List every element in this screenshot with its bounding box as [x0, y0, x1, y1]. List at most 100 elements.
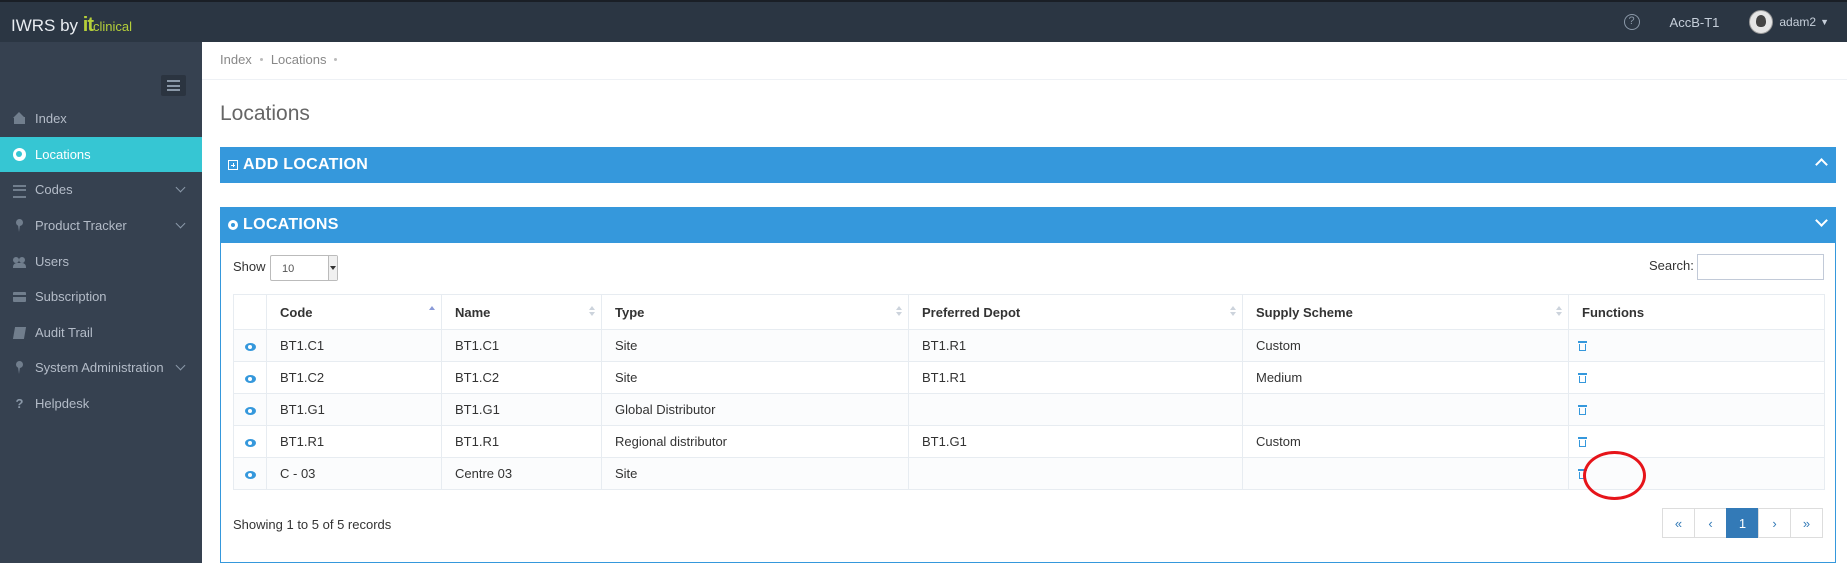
- code-cell: BT1.G1: [266, 393, 442, 426]
- sidebar-item-product-tracker[interactable]: Product Tracker: [0, 208, 202, 244]
- breadcrumb: Index Locations: [220, 52, 345, 67]
- view-cell: [233, 457, 267, 490]
- previous-page-button[interactable]: ‹: [1694, 508, 1727, 538]
- sidebar-item-label: Users: [35, 253, 69, 269]
- view-cell: [233, 329, 267, 362]
- search-input[interactable]: [1697, 254, 1824, 280]
- eye-icon[interactable]: [244, 342, 256, 351]
- scheme-cell: [1242, 393, 1569, 426]
- eye-icon[interactable]: [244, 406, 256, 415]
- sidebar-item-index[interactable]: Index: [0, 101, 202, 137]
- users-icon: [13, 255, 26, 268]
- brand-logo[interactable]: IWRS by itclinical: [11, 14, 132, 37]
- question-circle-icon[interactable]: ?: [1623, 14, 1640, 30]
- last-page-button[interactable]: »: [1790, 508, 1823, 538]
- first-page-button[interactable]: «: [1662, 508, 1695, 538]
- chevron-up-icon[interactable]: [1815, 158, 1828, 171]
- column-header-code[interactable]: Code: [266, 294, 442, 330]
- study-selector[interactable]: AccB-T1: [1670, 15, 1720, 30]
- sidebar-item-label: Index: [35, 111, 67, 127]
- highlight-circle: [1583, 451, 1646, 500]
- panel-title: ADD LOCATION: [243, 156, 369, 173]
- name-cell: Centre 03: [441, 457, 602, 490]
- depot-cell: BT1.R1: [908, 361, 1243, 394]
- sidebar-item-label: System Administration: [35, 360, 164, 376]
- column-header-supply-scheme[interactable]: Supply Scheme: [1242, 294, 1569, 330]
- scheme-cell: Custom: [1242, 425, 1569, 458]
- sort-asc-icon: [429, 306, 435, 318]
- column-header-view: [233, 294, 267, 330]
- column-header-name[interactable]: Name: [441, 294, 602, 330]
- user-menu[interactable]: adam2: [1779, 15, 1816, 29]
- chevron-down-icon: [175, 218, 186, 229]
- records-info: Showing 1 to 5 of 5 records: [233, 517, 392, 532]
- sidebar-item-label: Audit Trail: [35, 324, 93, 340]
- map-pin-icon: [13, 361, 26, 375]
- add-location-panel-header[interactable]: ADD LOCATION: [220, 147, 1836, 183]
- question-icon: ?: [15, 396, 24, 412]
- brand-clinical: clinical: [93, 19, 133, 34]
- table-row: BT1.C1 BT1.C1 Site BT1.R1 Custom: [233, 329, 1825, 362]
- next-page-button[interactable]: ›: [1758, 508, 1791, 538]
- sort-icon: [1556, 306, 1562, 318]
- avatar[interactable]: [1749, 10, 1774, 34]
- sort-icon: [1230, 306, 1236, 318]
- sidebar-item-system-administration[interactable]: System Administration: [0, 350, 202, 386]
- eye-icon[interactable]: [244, 374, 256, 383]
- name-cell: BT1.C2: [441, 361, 602, 394]
- chevron-down-icon[interactable]: ▼: [1820, 17, 1829, 27]
- depot-cell: BT1.R1: [908, 329, 1243, 362]
- sidebar-toggle-button[interactable]: [161, 75, 186, 96]
- code-cell: BT1.C2: [266, 361, 442, 394]
- code-cell: BT1.R1: [266, 425, 442, 458]
- table-row: BT1.G1 BT1.G1 Global Distributor: [233, 393, 1825, 426]
- functions-cell: [1568, 393, 1825, 426]
- eye-icon[interactable]: [244, 438, 256, 447]
- sidebar-item-subscription[interactable]: Subscription: [0, 279, 202, 315]
- page-1-button[interactable]: 1: [1726, 508, 1759, 538]
- pagination: « ‹ 1 › »: [1662, 508, 1823, 538]
- sidebar-item-locations[interactable]: Locations: [0, 136, 202, 173]
- code-cell: BT1.C1: [266, 329, 442, 362]
- brand-it: it: [82, 14, 94, 36]
- table-row: BT1.R1 BT1.R1 Regional distributor BT1.G…: [233, 425, 1825, 458]
- depot-cell: [908, 393, 1243, 426]
- page-title: Locations: [220, 102, 310, 125]
- breadcrumb-item-locations[interactable]: Locations: [271, 52, 327, 67]
- column-header-preferred-depot[interactable]: Preferred Depot: [908, 294, 1243, 330]
- column-header-type[interactable]: Type: [601, 294, 909, 330]
- sidebar-item-label: Locations: [35, 146, 91, 162]
- sidebar-item-codes[interactable]: Codes: [0, 172, 202, 208]
- table-row: BT1.C2 BT1.C2 Site BT1.R1 Medium: [233, 361, 1825, 394]
- functions-cell: [1568, 329, 1825, 362]
- sidebar-item-label: Subscription: [35, 289, 107, 305]
- trash-icon[interactable]: [1578, 341, 1587, 352]
- panel-title: LOCATIONS: [243, 216, 339, 233]
- type-cell: Regional distributor: [601, 425, 909, 458]
- scheme-cell: [1242, 457, 1569, 490]
- globe-icon: [228, 220, 238, 230]
- globe-icon: [13, 147, 26, 161]
- trash-icon[interactable]: [1578, 405, 1587, 416]
- sidebar-item-users[interactable]: Users: [0, 243, 202, 279]
- page-size-value: 10: [282, 263, 295, 275]
- sidebar: Index Locations Codes Product Tracker Us…: [0, 42, 202, 563]
- scheme-cell: Custom: [1242, 329, 1569, 362]
- chevron-down-icon[interactable]: [1815, 214, 1828, 227]
- locations-panel-header[interactable]: LOCATIONS: [220, 207, 1836, 243]
- breadcrumb-item-index[interactable]: Index: [220, 52, 252, 67]
- eye-icon[interactable]: [244, 470, 256, 479]
- chevron-down-icon: [175, 360, 186, 371]
- chevron-down-icon: [328, 256, 337, 280]
- sidebar-item-audit-trail[interactable]: Audit Trail: [0, 315, 202, 351]
- depot-cell: BT1.G1: [908, 425, 1243, 458]
- scheme-cell: Medium: [1242, 361, 1569, 394]
- page-size-select[interactable]: 10: [270, 255, 338, 281]
- list-icon: [13, 183, 26, 199]
- view-cell: [233, 425, 267, 458]
- trash-icon[interactable]: [1578, 373, 1587, 384]
- trash-icon[interactable]: [1578, 437, 1587, 448]
- name-cell: BT1.C1: [441, 329, 602, 362]
- type-cell: Site: [601, 361, 909, 394]
- sidebar-item-helpdesk[interactable]: ? Helpdesk: [0, 386, 202, 422]
